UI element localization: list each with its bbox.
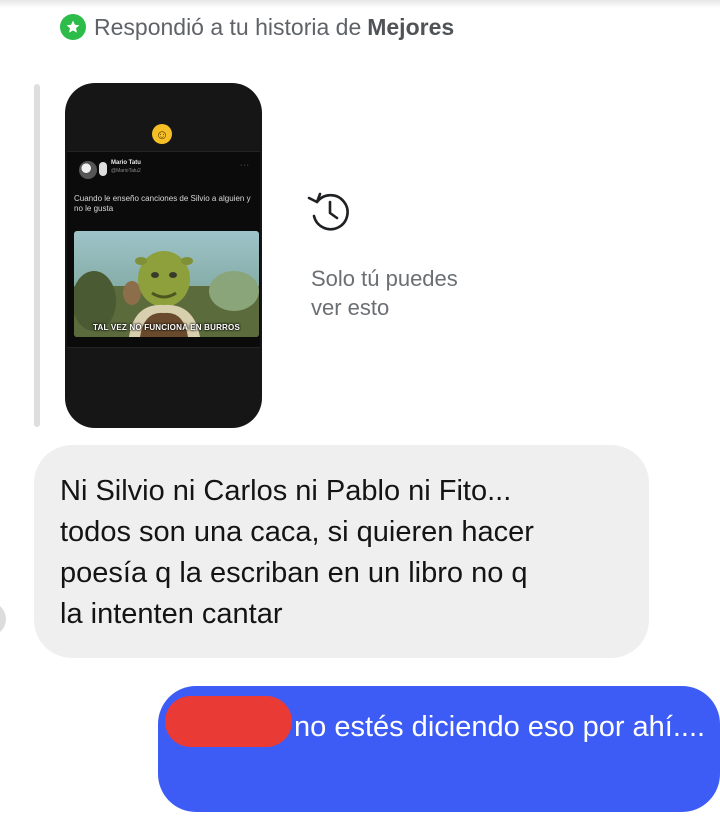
outgoing-message-bubble[interactable]: no estés diciendo eso por ahí.... [158, 686, 720, 812]
sender-avatar[interactable] [0, 602, 6, 636]
story-reply-header: Respondió a tu historia de Mejores [60, 10, 454, 44]
tweet-screenshot: Mario Tatu @MarioTatu2 ··· Cuando le ens… [67, 151, 260, 348]
story-reply-prefix: Respondió a tu historia de [94, 13, 362, 40]
expired-story-notice: Solo tú puedes ver esto [311, 266, 458, 320]
tweet-avatar [79, 161, 97, 179]
tweet-avatar-badge [99, 162, 107, 176]
meme-caption: TAL VEZ NO FUNCIONA EN BURROS [93, 323, 240, 332]
star-icon [60, 14, 86, 40]
reply-quote-line [34, 84, 40, 427]
outgoing-message-text: no estés diciendo eso por ahí.... [294, 711, 706, 743]
incoming-message-bubble[interactable]: Ni Silvio ni Carlos ni Pablo ni Fito... … [34, 445, 649, 658]
incoming-message-text: Ni Silvio ni Carlos ni Pablo ni Fito... … [60, 475, 534, 630]
history-icon [307, 192, 349, 231]
top-fade [0, 0, 720, 8]
grinning-sweat-emoji-icon: ☺ [152, 124, 172, 144]
tweet-author-handle: @MarioTatu2 [111, 168, 141, 174]
story-preview-card[interactable]: ☺ Mario Tatu @MarioTatu2 ··· Cuando le e… [65, 83, 262, 428]
more-options-icon: ··· [240, 162, 250, 169]
tweet-text: Cuando le enseño canciones de Silvio a a… [74, 194, 251, 213]
story-list-name: Mejores [367, 13, 455, 40]
tweet-author-name: Mario Tatu [111, 160, 141, 166]
shrek-meme-image: TAL VEZ NO FUNCIONA EN BURROS [74, 231, 259, 337]
